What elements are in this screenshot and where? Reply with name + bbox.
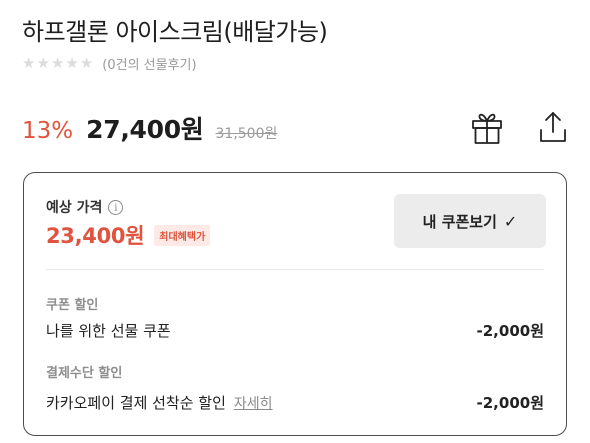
divider	[46, 269, 544, 270]
estimate-label-row: 예상 가격 i	[46, 197, 124, 217]
review-count[interactable]: (0건의 선물후기)	[102, 54, 196, 73]
max-benefit-badge: 최대혜택가	[154, 224, 211, 246]
star-rating: ★ ★ ★ ★ ★	[22, 56, 94, 71]
share-icon[interactable]	[538, 110, 568, 144]
sale-price: 27,400원	[86, 115, 204, 144]
estimate-price-row: 23,400원 최대혜택가	[46, 220, 211, 250]
check-icon: ✓	[503, 211, 518, 231]
payment-discount-item: 카카오페이 결제 선착순 할인	[46, 394, 226, 412]
coupon-discount-label: 쿠폰 할인	[46, 298, 99, 313]
coupon-discount-amount: -2,000원	[476, 322, 544, 340]
star-icon: ★	[79, 54, 94, 72]
view-coupons-label: 내 쿠폰보기	[422, 212, 497, 231]
estimated-price: 23,400원	[46, 224, 145, 248]
product-page: 하프갤론 아이스크림(배달가능) ★ ★ ★ ★ ★ (0건의 선물후기) 13…	[0, 0, 590, 443]
coupon-discount-item: 나를 위한 선물 쿠폰	[46, 322, 171, 340]
estimate-label: 예상 가격	[46, 200, 103, 216]
price-row: 13% 27,400원 31,500원	[22, 110, 277, 146]
view-coupons-button[interactable]: 내 쿠폰보기 ✓	[394, 194, 546, 248]
product-title: 하프갤론 아이스크림(배달가능)	[22, 18, 328, 46]
original-price: 31,500원	[215, 126, 278, 142]
payment-discount-row: 카카오페이 결제 선착순 할인 자세히	[46, 392, 273, 413]
star-icon: ★	[50, 54, 65, 72]
discount-rate: 13%	[22, 118, 74, 144]
gift-icon[interactable]	[470, 111, 504, 145]
payment-discount-label: 결제수단 할인	[46, 366, 123, 381]
rating-row[interactable]: ★ ★ ★ ★ ★ (0건의 선물후기)	[22, 54, 197, 74]
star-icon: ★	[36, 54, 50, 72]
details-link[interactable]: 자세히	[234, 396, 273, 412]
benefit-card: 예상 가격 i 23,400원 최대혜택가 내 쿠폰보기 ✓ 쿠폰 할인 나를 …	[23, 172, 567, 436]
star-icon: ★	[22, 54, 36, 72]
info-icon[interactable]: i	[108, 199, 124, 215]
payment-discount-amount: -2,000원	[476, 394, 544, 412]
star-icon: ★	[65, 54, 79, 72]
